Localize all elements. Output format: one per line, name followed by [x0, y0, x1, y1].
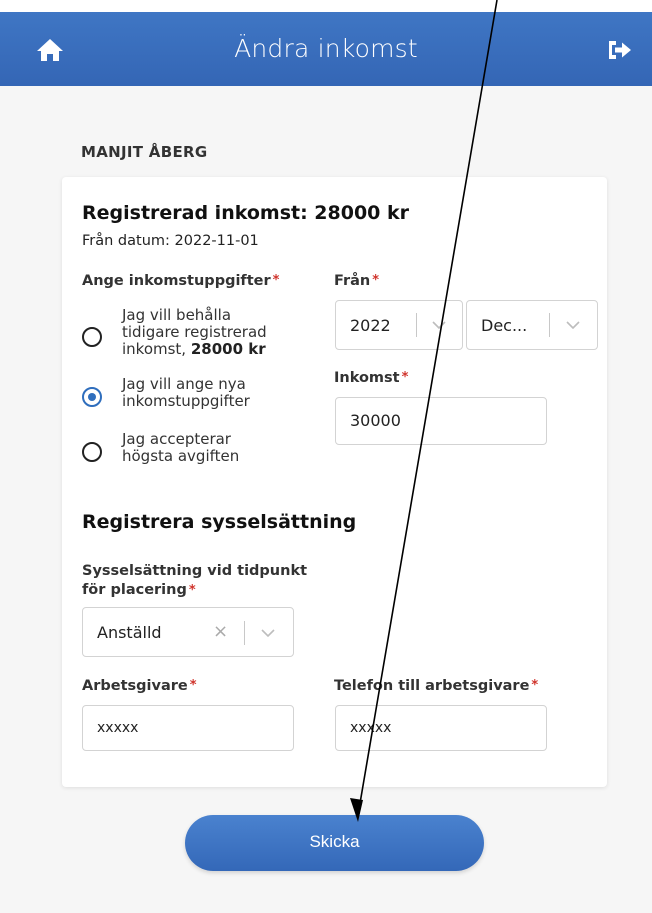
submit-label: Skicka — [309, 832, 360, 851]
select-separator — [549, 313, 550, 337]
option-new-income-label[interactable]: Jag vill ange nya inkomstuppgifter — [122, 376, 250, 410]
income-label: Inkomst * — [334, 370, 409, 386]
select-separator — [416, 313, 417, 337]
clear-icon[interactable]: × — [213, 623, 228, 641]
required-mark: * — [372, 273, 380, 288]
required-mark: * — [401, 370, 409, 385]
top-strip — [0, 0, 652, 12]
employer-value: xxxxx — [97, 720, 139, 736]
chevron-down-icon[interactable] — [566, 321, 580, 329]
option-max-fee-label[interactable]: Jag accepterar högsta avgiften — [122, 431, 239, 465]
income-choice-label: Ange inkomstuppgifter * — [82, 273, 280, 289]
income-input[interactable]: 30000 — [335, 397, 547, 445]
required-mark: * — [188, 583, 196, 598]
required-mark: * — [189, 678, 197, 693]
month-value: Dec... — [481, 316, 528, 335]
radio-max-fee[interactable] — [82, 442, 102, 462]
month-select[interactable]: Dec... — [466, 300, 598, 350]
employment-select[interactable]: Anställd × — [82, 607, 294, 657]
employment-value: Anställd — [97, 623, 162, 642]
logout-icon[interactable] — [606, 38, 632, 62]
select-separator — [244, 621, 245, 645]
page-title: Ändra inkomst — [234, 34, 418, 63]
chevron-down-icon[interactable] — [261, 629, 275, 637]
chevron-down-icon[interactable] — [432, 321, 446, 329]
option-keep-income-label[interactable]: Jag vill behålla tidigare registrerad in… — [122, 307, 267, 358]
submit-button[interactable]: Skicka — [185, 815, 484, 871]
employer-phone-value: xxxxx — [350, 720, 392, 736]
required-mark: * — [531, 678, 539, 693]
radio-keep-income[interactable] — [82, 327, 102, 347]
registered-income: Registrerad inkomst: 28000 kr — [82, 202, 410, 224]
person-name: MANJIT ÅBERG — [81, 143, 208, 161]
income-value: 30000 — [350, 411, 401, 430]
year-value: 2022 — [350, 316, 391, 335]
year-select[interactable]: 2022 — [335, 300, 463, 350]
from-label: Från * — [334, 273, 380, 289]
app-header: Ändra inkomst — [0, 12, 652, 86]
employment-label: Sysselsättning vid tidpunkt för placerin… — [82, 563, 308, 598]
employer-phone-input[interactable]: xxxxx — [335, 705, 547, 751]
required-mark: * — [272, 273, 280, 288]
from-date: Från datum: 2022-11-01 — [82, 233, 259, 249]
radio-new-income[interactable] — [82, 387, 102, 407]
employer-phone-label: Telefon till arbetsgivare * — [334, 678, 539, 694]
form-card — [62, 177, 607, 787]
employer-input[interactable]: xxxxx — [82, 705, 294, 751]
employer-label: Arbetsgivare * — [82, 678, 197, 694]
employment-section-title: Registrera sysselsättning — [82, 511, 357, 533]
